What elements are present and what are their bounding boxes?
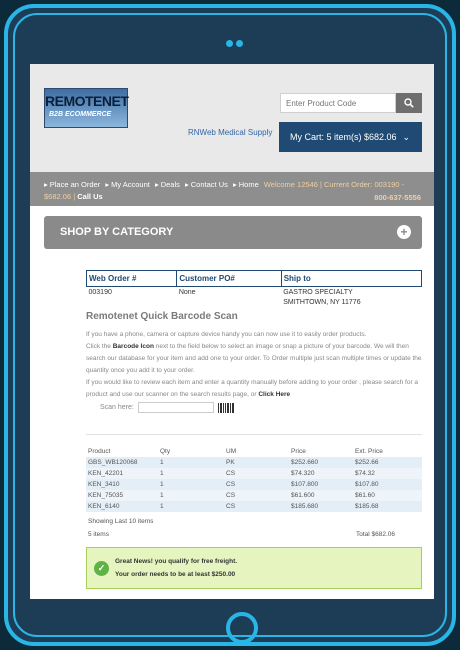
nav-home[interactable]: Home [239,180,259,189]
nav-deals[interactable]: Deals [161,180,180,189]
um-cell: CS [226,481,236,488]
product-header: Product [88,448,111,455]
table-row[interactable]: KEN_75035 1 CS $61.600 $61.60 [86,490,422,501]
quick-scan-p3: If you would like to review each item an… [86,377,422,401]
caret-right-icon: ▸ [154,180,159,189]
screen: REMOTENET B2B ECOMMERCE RNWeb Medical Su… [30,64,434,599]
logo[interactable]: REMOTENET B2B ECOMMERCE [44,88,129,128]
divider [86,434,422,435]
nav-place-order[interactable]: Place an Order [50,180,100,189]
nav-bar: ▸ Place an Order ▸ My Account ▸ Deals ▸ Cont… [30,172,434,206]
quick-scan-description: If you have a phone, camera or capture d… [86,329,422,401]
price-cell: $107.800 [291,481,319,488]
web-order-header: Web Order # [85,270,178,287]
scan-row: Scan here: [100,402,234,413]
table-row[interactable]: GBS_WB120068 1 PK $252.660 $252.66 [86,457,422,468]
supplier-name[interactable]: RNWeb Medical Supply [188,128,272,137]
table-row[interactable]: KEN_3410 1 CS $107.800 $107.80 [86,479,422,490]
freight-minimum: Your order needs to be at least $250.00 [115,571,236,578]
showing-text: Showing Last 10 items [88,518,154,525]
product-cell: KEN_42201 [88,470,124,477]
caret-right-icon: ▸ [105,180,110,189]
freight-message: Great News! you qualify for free freight… [115,558,238,565]
call-us-label: Call Us [77,192,103,201]
price-header: Price [291,448,306,455]
order-info-table: Web Order # Customer PO# Ship to 003190 … [85,270,423,309]
quick-scan-p2: Click the Barcode Icon next to the field… [86,341,422,377]
um-header: UM [226,448,237,455]
site-header: REMOTENET B2B ECOMMERCE RNWeb Medical Su… [30,64,434,172]
nav-contact-us[interactable]: Contact Us [191,180,228,189]
shop-by-category-bar[interactable]: SHOP BY CATEGORY + [44,216,422,249]
ext-price-header: Ext. Price [355,448,383,455]
ext-price-cell: $252.66 [355,459,379,466]
product-cell: GBS_WB120068 [88,459,138,466]
cart-summary: 5 item(s) $682.06 [326,132,397,142]
order-items-table: Product Qty UM Price Ext. Price GBS_WB12… [86,446,422,512]
search-icon [404,98,414,108]
product-cell: KEN_3410 [88,481,120,488]
price-cell: $185.680 [291,503,319,510]
barcode-icon[interactable] [217,402,234,413]
chevron-down-icon: ⌄ [402,132,410,142]
um-cell: CS [226,470,236,477]
um-cell: CS [226,492,236,499]
quick-scan-title: Remotenet Quick Barcode Scan [86,311,238,322]
home-button[interactable] [226,612,258,644]
check-icon: ✓ [94,561,109,576]
caret-right-icon: ▸ [232,180,237,189]
scan-input[interactable] [137,402,214,413]
quick-scan-p2-text: Click the [86,343,113,350]
order-total: Total $682.06 [356,531,396,538]
table-row[interactable]: KEN_6140 1 CS $185.680 $185.68 [86,501,422,512]
click-here-link[interactable]: Click Here [258,391,290,398]
ext-price-cell: $61.60 [355,492,375,499]
caret-right-icon: ▸ [185,180,189,189]
qty-cell: 1 [160,492,164,499]
plus-icon[interactable]: + [397,225,411,239]
customer-po-header: Customer PO# [176,270,282,287]
um-cell: CS [226,503,236,510]
price-cell: $61.600 [291,492,315,499]
logo-name: REMOTENET [45,93,129,109]
qty-cell: 1 [160,459,164,466]
qty-header: Qty [160,448,171,455]
ext-price-cell: $74.32 [355,470,375,477]
ship-to-line2: SMITHTOWN, NY 11776 [283,299,361,306]
product-cell: KEN_75035 [88,492,124,499]
search-bar [280,93,422,113]
free-freight-notice: ✓ Great News! you qualify for free freig… [86,547,422,589]
cart-label: My Cart: [290,132,325,142]
scan-label: Scan here: [100,404,134,411]
ship-to-header: Ship to [280,270,423,287]
product-cell: KEN_6140 [88,503,120,510]
nav-my-account[interactable]: My Account [111,180,150,189]
quick-scan-p3-text: If you would like to review each item an… [86,379,419,398]
phone-number[interactable]: 800-637-5556 [374,192,421,204]
search-input[interactable] [280,93,396,113]
quick-scan-p1: If you have a phone, camera or capture d… [86,331,367,338]
qty-cell: 1 [160,470,164,477]
ext-price-cell: $107.80 [355,481,379,488]
ship-to-line1: GASTRO SPECIALTY [283,289,353,296]
logo-tagline: B2B ECOMMERCE [49,111,112,118]
items-count: 5 items [88,531,109,538]
cart-button[interactable]: My Cart: 5 item(s) $682.06 ⌄ [279,122,422,152]
caret-right-icon: ▸ [44,180,48,189]
customer-po-value: None [178,289,196,296]
price-cell: $74.320 [291,470,315,477]
qty-cell: 1 [160,503,164,510]
ext-price-cell: $185.68 [355,503,379,510]
search-button[interactable] [396,93,422,113]
ship-to-value: GASTRO SPECIALTY SMITHTOWN, NY 11776 [281,287,421,309]
qty-cell: 1 [160,481,164,488]
web-order-value: 003190 [88,289,112,296]
table-row[interactable]: KEN_42201 1 CS $74.320 $74.32 [86,468,422,479]
price-cell: $252.660 [291,459,319,466]
camera-icon [226,40,243,47]
category-title: SHOP BY CATEGORY [60,226,174,238]
um-cell: PK [226,459,235,466]
barcode-icon-label: Barcode Icon [112,343,154,350]
